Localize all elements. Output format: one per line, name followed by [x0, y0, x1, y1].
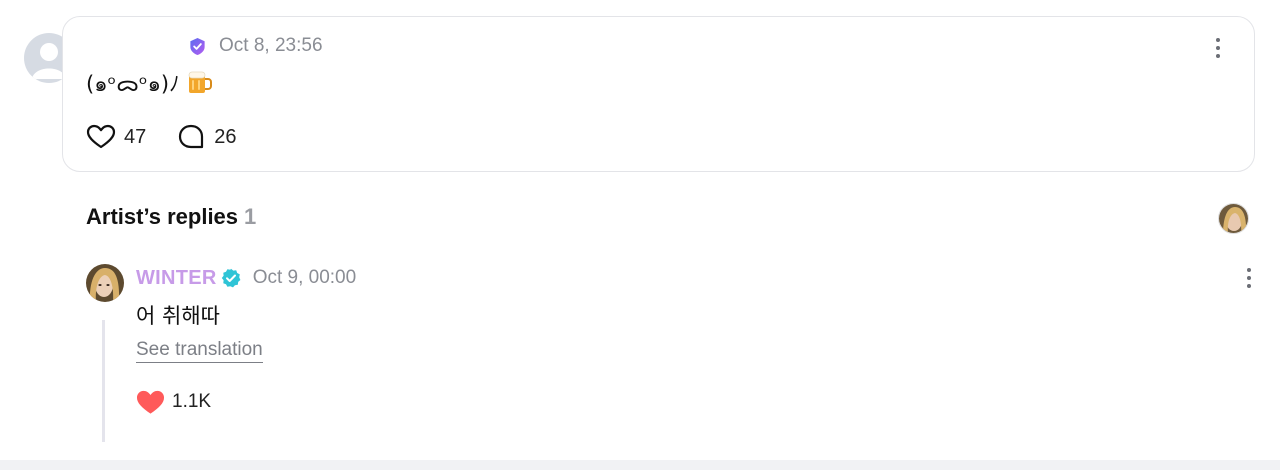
thread-line: [102, 320, 105, 442]
like-count: 47: [124, 125, 147, 148]
comment-button[interactable]: 26: [176, 122, 237, 152]
artist-replies-count: 1: [244, 204, 257, 229]
reply-more-options-icon[interactable]: [1239, 268, 1259, 288]
reply-timestamp: Oct 9, 00:00: [252, 267, 357, 288]
reply-text: 어 취해따: [136, 304, 220, 328]
artist-replies-heading: Artist’s replies 1: [86, 204, 256, 230]
reply-author-avatar[interactable]: [86, 264, 124, 302]
reply-like-button[interactable]: 1.1K: [136, 388, 211, 416]
see-translation-link[interactable]: See translation: [136, 339, 263, 363]
post-body: (๑ᵒᯅᵒ๑)ﾉ: [86, 68, 213, 101]
verified-badge-icon: [221, 268, 241, 288]
comment-count: 26: [214, 125, 237, 148]
reply-like-count: 1.1K: [172, 391, 212, 412]
post-timestamp: Oct 8, 23:56: [219, 35, 323, 56]
artist-avatar-small[interactable]: [1218, 203, 1249, 234]
bottom-divider: [0, 460, 1280, 470]
beer-mug-icon: [188, 71, 213, 93]
like-button[interactable]: 47: [86, 122, 146, 152]
artist-replies-title: Artist’s replies: [86, 204, 239, 229]
membership-badge-icon: [190, 37, 205, 55]
post-text: (๑ᵒᯅᵒ๑)ﾉ: [86, 72, 180, 96]
reply-author-name[interactable]: WINTER: [136, 267, 217, 290]
author-name[interactable]: [126, 38, 188, 54]
comment-bubble-icon: [179, 124, 204, 149]
post-actions: 47 26: [86, 122, 237, 152]
heart-filled-icon: [136, 390, 165, 414]
post-meta: Oct 8, 23:56: [126, 26, 323, 66]
post-more-options-icon[interactable]: [1208, 38, 1228, 58]
heart-outline-icon: [86, 124, 116, 149]
reply-header: WINTER Oct 9, 00:00: [136, 264, 356, 292]
